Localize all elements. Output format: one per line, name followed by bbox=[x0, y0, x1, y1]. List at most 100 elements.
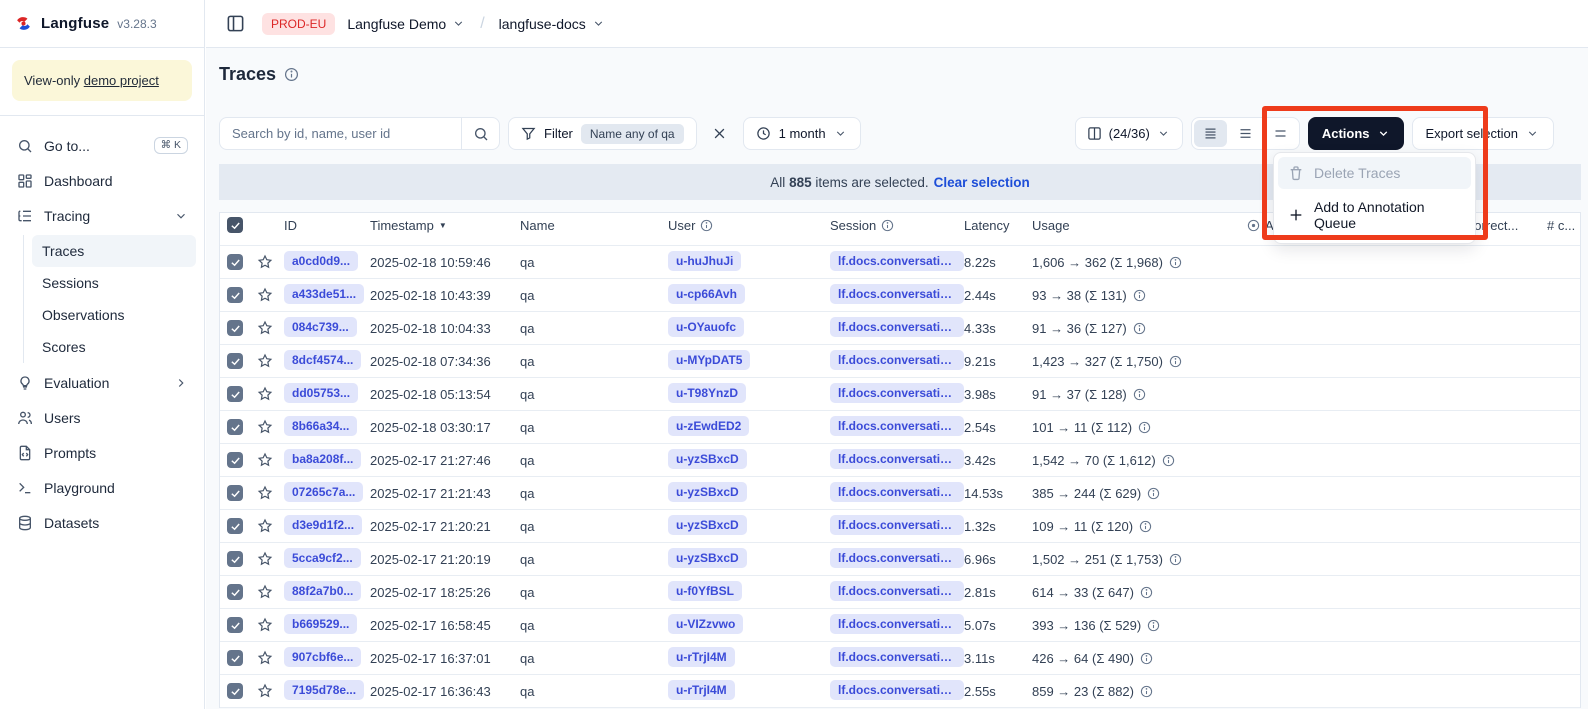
sidebar-item-sessions[interactable]: Sessions bbox=[32, 267, 196, 299]
user-badge[interactable]: u-T98YnzD bbox=[668, 383, 746, 403]
table-row[interactable]: d3e9d1f2...2025-02-17 21:20:21qau-yzSBxc… bbox=[220, 510, 1580, 543]
user-badge[interactable]: u-MYpDAT5 bbox=[668, 350, 750, 370]
session-badge[interactable]: lf.docs.conversation... bbox=[830, 680, 964, 700]
table-row[interactable]: 8dcf4574...2025-02-18 07:34:36qau-MYpDAT… bbox=[220, 345, 1580, 378]
star-icon[interactable] bbox=[257, 419, 273, 435]
user-badge[interactable]: u-rTrjI4M bbox=[668, 680, 735, 700]
sidebar-item-scores[interactable]: Scores bbox=[32, 331, 196, 363]
info-icon[interactable] bbox=[284, 67, 299, 82]
star-icon[interactable] bbox=[257, 353, 273, 369]
demo-project-link[interactable]: demo project bbox=[84, 73, 159, 88]
trace-id-badge[interactable]: 907cbf6e... bbox=[284, 647, 361, 667]
row-checkbox[interactable] bbox=[227, 683, 243, 699]
trace-id-badge[interactable]: 88f2a7b0... bbox=[284, 581, 361, 601]
session-badge[interactable]: lf.docs.conversation... bbox=[830, 515, 964, 535]
trace-id-badge[interactable]: a433de51... bbox=[284, 284, 364, 304]
session-badge[interactable]: lf.docs.conversation... bbox=[830, 647, 964, 667]
col-header-usage[interactable]: Usage bbox=[1032, 218, 1247, 233]
col-header-extra[interactable]: # c... bbox=[1547, 218, 1580, 233]
user-badge[interactable]: u-yzSBxcD bbox=[668, 482, 747, 502]
star-icon[interactable] bbox=[257, 584, 273, 600]
star-icon[interactable] bbox=[257, 386, 273, 402]
table-row[interactable]: ba8a208f...2025-02-17 21:27:46qau-yzSBxc… bbox=[220, 444, 1580, 477]
search-icon[interactable] bbox=[461, 118, 499, 149]
row-checkbox[interactable] bbox=[227, 386, 243, 402]
col-header-name[interactable]: Name bbox=[520, 218, 668, 233]
session-badge[interactable]: lf.docs.conversation... bbox=[830, 449, 964, 469]
star-icon[interactable] bbox=[257, 485, 273, 501]
sidebar-item-users[interactable]: Users bbox=[8, 400, 196, 435]
trace-id-badge[interactable]: b669529... bbox=[284, 614, 357, 634]
star-icon[interactable] bbox=[257, 683, 273, 699]
sidebar-item-playground[interactable]: Playground bbox=[8, 470, 196, 505]
user-badge[interactable]: u-zEwdED2 bbox=[668, 416, 749, 436]
info-icon[interactable] bbox=[1139, 520, 1152, 533]
user-badge[interactable]: u-rTrjI4M bbox=[668, 647, 735, 667]
info-icon[interactable] bbox=[1147, 619, 1160, 632]
user-badge[interactable]: u-VIZzvwo bbox=[668, 614, 743, 634]
sidebar-item-evaluation[interactable]: Evaluation bbox=[8, 365, 196, 400]
info-icon[interactable] bbox=[1140, 586, 1153, 599]
table-row[interactable]: 5cca9cf2...2025-02-17 21:20:19qau-yzSBxc… bbox=[220, 543, 1580, 576]
sidebar-item-tracing[interactable]: Tracing bbox=[8, 198, 196, 233]
time-range-button[interactable]: 1 month bbox=[743, 117, 861, 150]
row-checkbox[interactable] bbox=[227, 485, 243, 501]
project-selector[interactable]: langfuse-docs bbox=[499, 16, 606, 32]
columns-button[interactable]: (24/36) bbox=[1075, 117, 1183, 150]
star-icon[interactable] bbox=[257, 452, 273, 468]
info-icon[interactable] bbox=[1169, 553, 1182, 566]
info-icon[interactable] bbox=[1147, 487, 1160, 500]
table-row[interactable]: b669529...2025-02-17 16:58:45qau-VIZzvwo… bbox=[220, 609, 1580, 642]
user-badge[interactable]: u-huJhuJi bbox=[668, 251, 741, 271]
trace-id-badge[interactable]: 084c739... bbox=[284, 317, 357, 337]
trace-id-badge[interactable]: 8dcf4574... bbox=[284, 350, 361, 370]
table-row[interactable]: dd05753...2025-02-18 05:13:54qau-T98YnzD… bbox=[220, 378, 1580, 411]
row-checkbox[interactable] bbox=[227, 518, 243, 534]
session-badge[interactable]: lf.docs.conversation... bbox=[830, 614, 964, 634]
session-badge[interactable]: lf.docs.conversation... bbox=[830, 284, 964, 304]
user-badge[interactable]: u-yzSBxcD bbox=[668, 449, 747, 469]
table-row[interactable]: 8b66a34...2025-02-18 03:30:17qau-zEwdED2… bbox=[220, 411, 1580, 444]
sidebar-item-prompts[interactable]: Prompts bbox=[8, 435, 196, 470]
star-icon[interactable] bbox=[257, 551, 273, 567]
info-icon[interactable] bbox=[1133, 388, 1146, 401]
menu-item-add-to-annotation-queue[interactable]: Add to Annotation Queue bbox=[1278, 191, 1471, 239]
session-badge[interactable]: lf.docs.conversation... bbox=[830, 581, 964, 601]
filter-button[interactable]: Filter Name any of qa bbox=[508, 117, 697, 150]
star-icon[interactable] bbox=[257, 617, 273, 633]
col-header-latency[interactable]: Latency bbox=[964, 218, 1032, 233]
col-header-user[interactable]: User bbox=[668, 218, 830, 233]
actions-button[interactable]: Actions bbox=[1308, 117, 1404, 150]
trace-id-badge[interactable]: 5cca9cf2... bbox=[284, 548, 361, 568]
sidebar-toggle-icon[interactable] bbox=[220, 9, 250, 39]
row-checkbox[interactable] bbox=[227, 650, 243, 666]
info-icon[interactable] bbox=[1169, 355, 1182, 368]
info-icon[interactable] bbox=[1162, 454, 1175, 467]
table-row[interactable]: 7195d78e...2025-02-17 16:36:43qau-rTrjI4… bbox=[220, 675, 1580, 708]
row-checkbox[interactable] bbox=[227, 353, 243, 369]
table-row[interactable]: 084c739...2025-02-18 10:04:33qau-OYauofc… bbox=[220, 312, 1580, 345]
row-checkbox[interactable] bbox=[227, 287, 243, 303]
star-icon[interactable] bbox=[257, 650, 273, 666]
row-checkbox[interactable] bbox=[227, 254, 243, 270]
star-icon[interactable] bbox=[257, 518, 273, 534]
sidebar-item-datasets[interactable]: Datasets bbox=[8, 505, 196, 540]
search-input[interactable] bbox=[220, 126, 461, 141]
clear-selection-link[interactable]: Clear selection bbox=[934, 175, 1030, 190]
row-checkbox[interactable] bbox=[227, 452, 243, 468]
session-badge[interactable]: lf.docs.conversation... bbox=[830, 251, 964, 271]
trace-id-badge[interactable]: dd05753... bbox=[284, 383, 358, 403]
row-checkbox[interactable] bbox=[227, 617, 243, 633]
user-badge[interactable]: u-f0YfBSL bbox=[668, 581, 742, 601]
col-header-session[interactable]: Session bbox=[830, 218, 964, 233]
session-badge[interactable]: lf.docs.conversation... bbox=[830, 548, 964, 568]
session-badge[interactable]: lf.docs.conversation... bbox=[830, 482, 964, 502]
clear-filter-icon[interactable] bbox=[705, 119, 735, 149]
select-all-checkbox[interactable] bbox=[227, 217, 243, 233]
row-checkbox[interactable] bbox=[227, 584, 243, 600]
row-height-small-icon[interactable] bbox=[1194, 120, 1227, 147]
row-checkbox[interactable] bbox=[227, 551, 243, 567]
star-icon[interactable] bbox=[257, 320, 273, 336]
row-height-large-icon[interactable] bbox=[1264, 120, 1297, 147]
trace-id-badge[interactable]: a0cd0d9... bbox=[284, 251, 358, 271]
